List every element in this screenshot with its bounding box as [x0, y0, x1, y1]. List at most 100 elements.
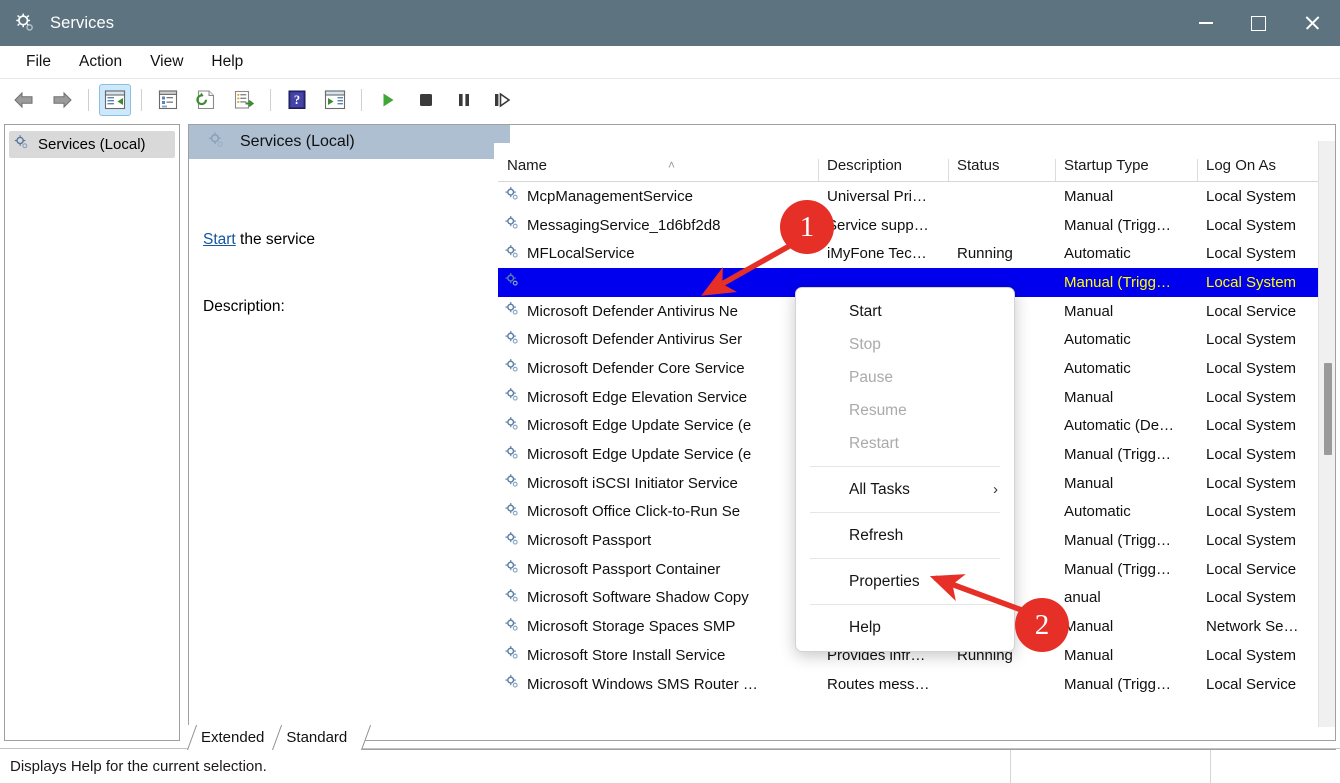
- view-tabs: Extended Standard: [188, 724, 1336, 750]
- service-logon: Local System: [1197, 503, 1336, 520]
- context-menu-item-label: Start: [849, 303, 882, 321]
- service-gear-icon: [504, 272, 520, 292]
- scrollbar-thumb[interactable]: [1324, 363, 1332, 455]
- play-icon: [378, 90, 398, 110]
- forward-button[interactable]: [46, 84, 78, 116]
- menu-help[interactable]: Help: [199, 50, 255, 74]
- context-menu-item-label: Help: [849, 619, 881, 637]
- pause-service-button[interactable]: [448, 84, 480, 116]
- context-menu-item-label: Stop: [849, 336, 881, 354]
- service-startup: Manual (Trigg…: [1055, 446, 1197, 463]
- show-action-pane-button[interactable]: [319, 84, 351, 116]
- context-menu-item-label: Properties: [849, 573, 920, 591]
- column-header-logon[interactable]: Log On As: [1197, 157, 1336, 181]
- service-gear-icon: [504, 416, 520, 436]
- service-name: MFLocalService: [527, 245, 635, 262]
- service-logon: Local Service: [1197, 303, 1336, 320]
- context-menu-item-refresh[interactable]: Refresh: [796, 519, 1014, 552]
- start-service-suffix: the service: [236, 231, 315, 248]
- service-logon: Local System: [1197, 245, 1336, 262]
- service-name: Microsoft Store Install Service: [527, 647, 725, 664]
- service-startup: Manual: [1055, 188, 1197, 205]
- service-name: Microsoft Edge Elevation Service: [527, 389, 747, 406]
- menu-view[interactable]: View: [138, 50, 195, 74]
- status-segment-1: [1010, 749, 1211, 783]
- context-menu-item-label: Pause: [849, 369, 893, 387]
- help-book-icon: ?: [286, 90, 308, 110]
- service-name: Microsoft Storage Spaces SMP: [527, 618, 735, 635]
- service-startup: Automatic: [1055, 245, 1197, 262]
- stop-service-button[interactable]: [410, 84, 442, 116]
- tree-item-label: Services (Local): [38, 136, 146, 153]
- show-hide-console-tree-button[interactable]: [99, 84, 131, 116]
- context-menu-item-help[interactable]: Help: [796, 611, 1014, 644]
- service-gear-icon: [504, 387, 520, 407]
- service-name: Microsoft Windows SMS Router …: [527, 676, 758, 693]
- help-button[interactable]: ?: [281, 84, 313, 116]
- list-vertical-scrollbar[interactable]: [1318, 141, 1336, 727]
- service-name: Microsoft iSCSI Initiator Service: [527, 475, 738, 492]
- service-gear-icon: [504, 645, 520, 665]
- column-header-status[interactable]: Status: [948, 157, 1055, 181]
- context-menu-item-start[interactable]: Start: [796, 295, 1014, 328]
- context-menu-separator: [810, 604, 1000, 605]
- menu-action[interactable]: Action: [67, 50, 134, 74]
- service-gear-icon: [504, 588, 520, 608]
- start-service-link[interactable]: Start: [203, 231, 236, 248]
- back-button[interactable]: [8, 84, 40, 116]
- service-startup: Manual (Trigg…: [1055, 676, 1197, 693]
- restart-service-button[interactable]: [486, 84, 518, 116]
- column-header-label: Name: [498, 157, 547, 174]
- service-logon: Local System: [1197, 532, 1336, 549]
- service-gear-icon: [504, 531, 520, 551]
- forward-arrow-icon: [50, 90, 74, 110]
- tab-extended[interactable]: Extended: [188, 725, 273, 750]
- column-header-name[interactable]: Name ˄: [498, 157, 818, 181]
- service-name: Microsoft Passport: [527, 532, 651, 549]
- service-startup: Manual: [1055, 647, 1197, 664]
- start-service-button[interactable]: [372, 84, 404, 116]
- tab-standard[interactable]: Standard: [273, 725, 356, 750]
- context-menu-item-all-tasks[interactable]: All Tasks›: [796, 473, 1014, 506]
- service-status: Running: [948, 245, 1055, 262]
- minimize-button[interactable]: [1180, 0, 1232, 46]
- service-name: Microsoft Passport Container: [527, 561, 720, 578]
- tree-item-services-local[interactable]: Services (Local): [9, 131, 175, 158]
- service-gear-icon: [504, 559, 520, 579]
- export-list-button[interactable]: [228, 84, 260, 116]
- context-menu-item-properties[interactable]: Properties: [796, 565, 1014, 598]
- service-row[interactable]: MessagingService_1d6bf2d8Service supp…Ma…: [498, 211, 1336, 240]
- close-button[interactable]: [1284, 0, 1340, 46]
- services-gear-icon: [13, 134, 30, 155]
- service-row[interactable]: McpManagementServiceUniversal Pri…Manual…: [498, 182, 1336, 211]
- status-segment-2: [1210, 749, 1340, 783]
- context-menu-separator: [810, 466, 1000, 467]
- properties-button[interactable]: [152, 84, 184, 116]
- column-header-startup[interactable]: Startup Type: [1055, 157, 1197, 181]
- window-title: Services: [50, 14, 114, 33]
- toolbar-separator: [141, 89, 142, 111]
- service-gear-icon: [504, 330, 520, 350]
- back-arrow-icon: [12, 90, 36, 110]
- context-menu-item-label: Restart: [849, 435, 899, 453]
- console-body: Services (Local): [0, 120, 1340, 748]
- service-gear-icon: [504, 301, 520, 321]
- service-logon: Local System: [1197, 274, 1336, 291]
- column-header-description[interactable]: Description: [818, 157, 948, 181]
- context-menu-separator: [810, 512, 1000, 513]
- service-row[interactable]: Microsoft Windows SMS Router …Routes mes…: [498, 670, 1336, 699]
- title-bar: Services: [0, 0, 1340, 46]
- service-row[interactable]: MFLocalServiceiMyFone Tec…RunningAutomat…: [498, 239, 1336, 268]
- maximize-button[interactable]: [1232, 0, 1284, 46]
- refresh-button[interactable]: [190, 84, 222, 116]
- service-logon: Local System: [1197, 331, 1336, 348]
- properties-window-icon: [157, 90, 179, 110]
- tab-label: Standard: [286, 729, 347, 746]
- context-menu-item-pause: Pause: [796, 361, 1014, 394]
- close-icon: [1304, 15, 1320, 31]
- context-menu-separator: [810, 558, 1000, 559]
- service-logon: Local System: [1197, 446, 1336, 463]
- window-controls: [1180, 0, 1340, 46]
- sort-ascending-icon: ˄: [668, 159, 675, 171]
- menu-file[interactable]: File: [14, 50, 63, 74]
